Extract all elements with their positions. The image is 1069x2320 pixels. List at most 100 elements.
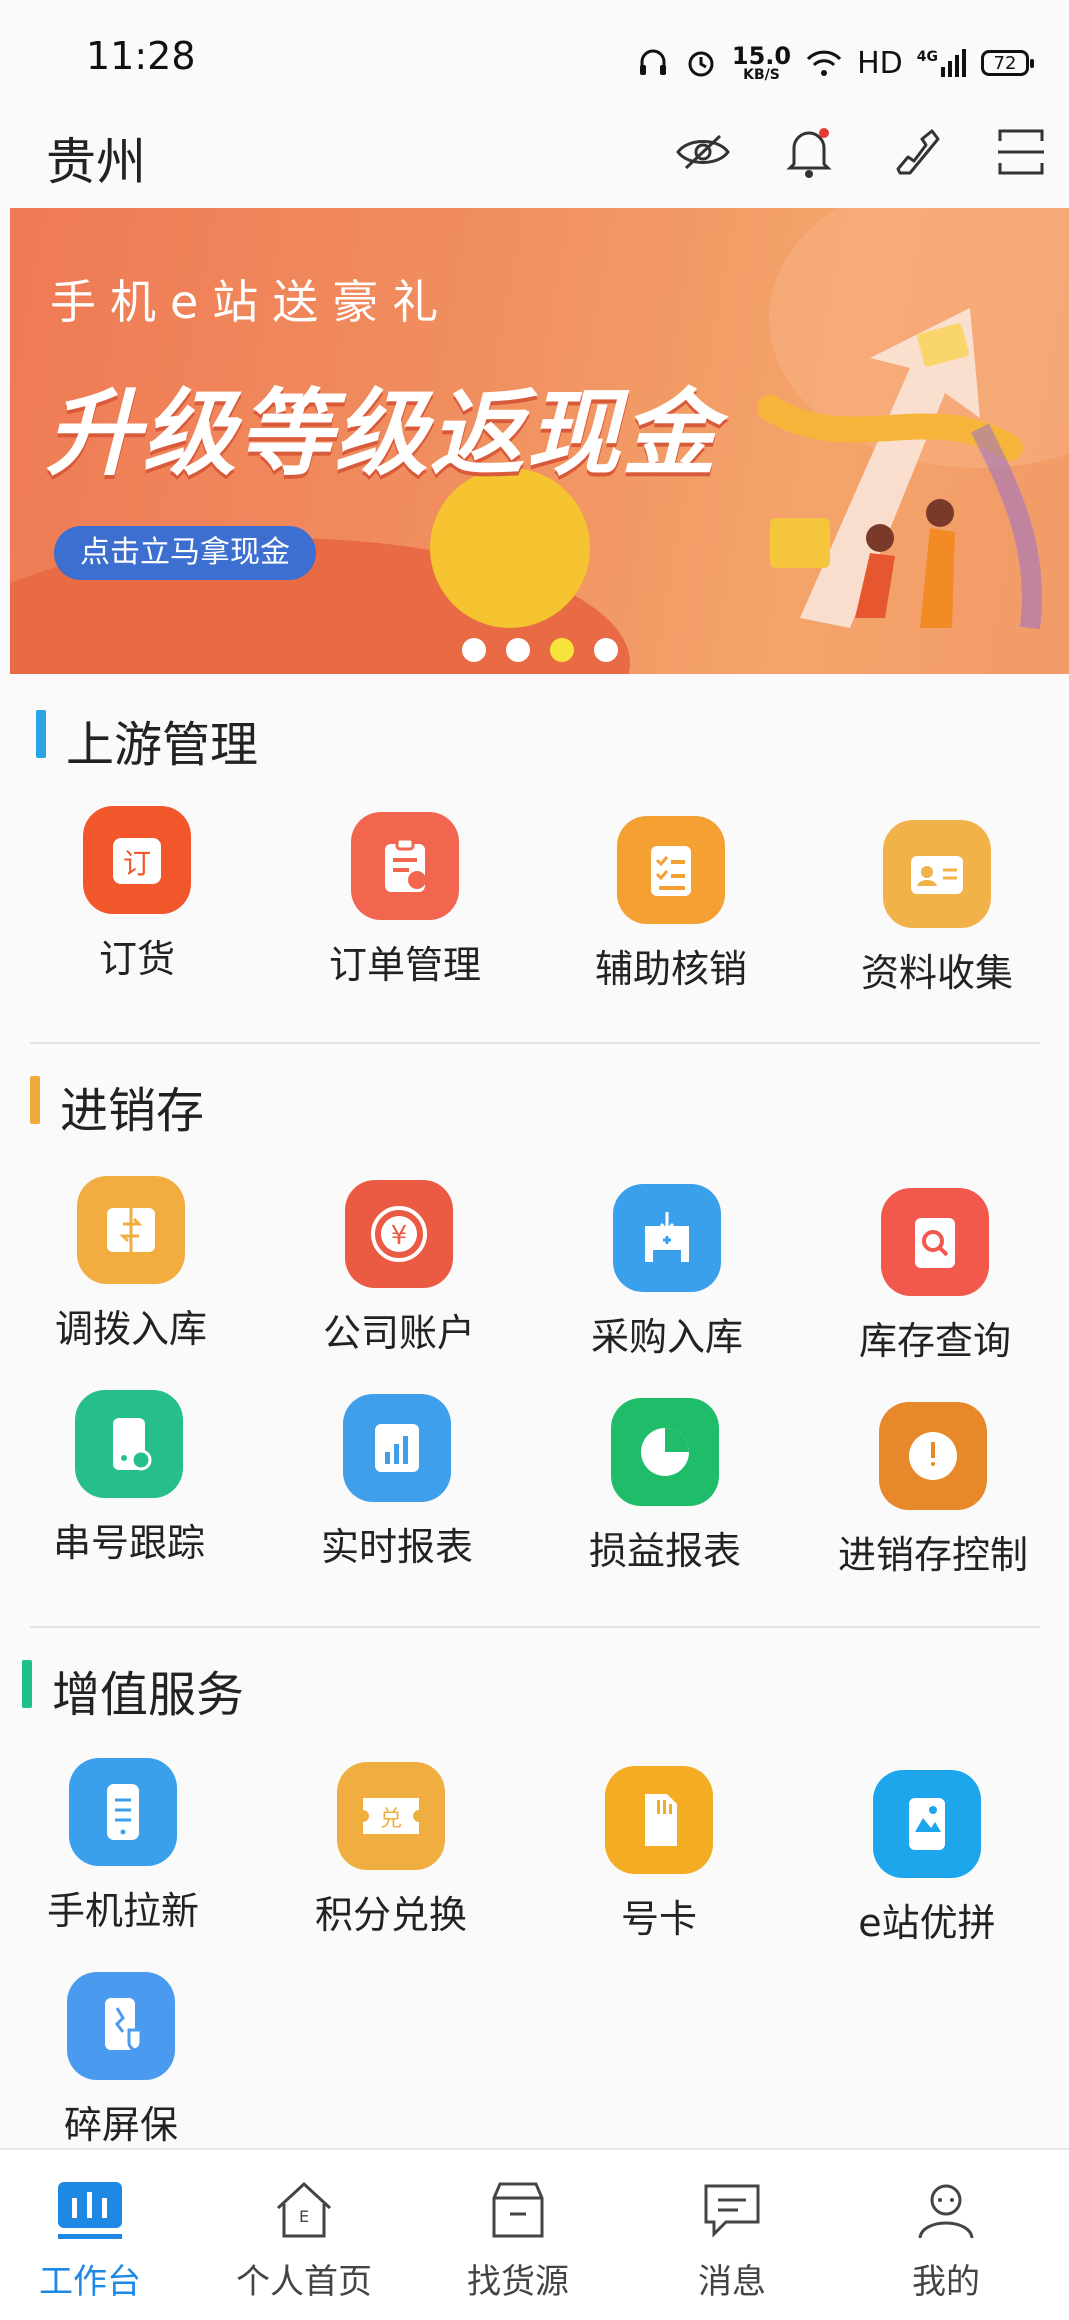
tab-label: 消息 (698, 2262, 766, 2302)
status-time: 11:28 (86, 34, 196, 78)
tile-order[interactable]: 订 订货 (22, 806, 252, 983)
banner-pagination (10, 638, 1069, 662)
banner-dot[interactable] (593, 638, 618, 662)
message-icon (704, 2184, 760, 2238)
banner-dot[interactable] (505, 638, 530, 662)
net-speed: 15.0 KB/S (731, 42, 792, 83)
tile-label: 公司账户 (322, 1311, 475, 1355)
transfer-icon (77, 1176, 185, 1284)
bar-chart-icon (343, 1394, 451, 1502)
tile-serial-tracking[interactable]: 串号跟踪 (14, 1390, 244, 1567)
tile-verification[interactable]: 辅助核销 (556, 816, 786, 993)
tile-transfer-in[interactable]: 调拨入库 (16, 1176, 246, 1353)
section-title-value-added: 增值服务 (52, 1667, 245, 1723)
tile-screen-insurance[interactable]: 碎屏保 (6, 1972, 236, 2149)
section-divider (30, 1042, 1040, 1044)
tile-label: 订货 (98, 937, 175, 981)
screen-guard-icon (67, 1972, 175, 2080)
city-selector[interactable]: 贵州 (46, 122, 146, 194)
section-accent-bar (30, 1076, 40, 1124)
banner-subtitle: 手机e站送豪礼 (50, 275, 453, 329)
svg-text:订: 订 (123, 847, 151, 880)
banner-dot[interactable] (461, 638, 486, 662)
tile-label: 订单管理 (328, 943, 481, 987)
box-icon (492, 2182, 544, 2238)
tile-e-station-group-buy[interactable]: e站优拼 (812, 1770, 1042, 1947)
tab-messages[interactable]: 消息 (632, 2178, 832, 2303)
mobile-icon (69, 1758, 177, 1866)
yuan-icon: ¥ (345, 1180, 453, 1288)
headphone-icon (636, 46, 670, 80)
tab-label: 个人首页 (236, 2262, 372, 2302)
promo-banner[interactable]: 手机e站送豪礼 升级等级返现金 点击立马拿现金 (10, 208, 1069, 674)
tile-label: 积分兑换 (314, 1893, 467, 1937)
tile-points-exchange[interactable]: 兑 积分兑换 (276, 1762, 506, 1939)
banner-dot-active[interactable] (549, 638, 574, 662)
tab-mine[interactable]: 我的 (846, 2178, 1046, 2303)
tile-label: 调拨入库 (54, 1307, 207, 1351)
tile-company-account[interactable]: ¥ 公司账户 (284, 1180, 514, 1357)
tile-label: 资料收集 (860, 951, 1013, 995)
tile-label: 手机拉新 (46, 1889, 199, 1933)
tile-order-management[interactable]: 订单管理 (290, 812, 520, 989)
tab-label: 我的 (912, 2262, 980, 2302)
wifi-icon (805, 48, 843, 78)
phone-icon[interactable] (885, 122, 945, 182)
tile-purchase-in[interactable]: 采购入库 (552, 1184, 782, 1361)
purchase-icon (613, 1184, 721, 1292)
eye-off-icon[interactable] (673, 122, 733, 182)
section-accent-bar (36, 710, 46, 758)
section-divider (30, 1626, 1040, 1628)
tab-workbench[interactable]: 工作台 (0, 2178, 190, 2303)
tile-realtime-report[interactable]: 实时报表 (282, 1394, 512, 1571)
section-title-inventory: 进销存 (60, 1083, 205, 1139)
tile-label: 进销存控制 (837, 1533, 1028, 1577)
battery-indicator: 72 (981, 50, 1034, 76)
bottom-tab-bar: 工作台 E 个人首页 找货源 消息 我的 (0, 2148, 1069, 2320)
status-icons: 15.0 KB/S HD 4G 72 (636, 42, 1034, 83)
tile-data-collection[interactable]: 资料收集 (822, 820, 1052, 997)
tile-new-mobile-user[interactable]: 手机拉新 (8, 1758, 238, 1935)
search-doc-icon (881, 1188, 989, 1296)
tile-pnl-report[interactable]: 损益报表 (550, 1398, 780, 1575)
id-card-icon (883, 820, 991, 928)
tile-label: 损益报表 (588, 1529, 741, 1573)
network-type: HD (857, 45, 903, 81)
power-icon (879, 1402, 987, 1510)
bell-icon[interactable] (779, 122, 839, 182)
sim-card-icon (605, 1766, 713, 1874)
tile-label: 实时报表 (320, 1525, 473, 1569)
pie-chart-icon (611, 1398, 719, 1506)
section-title-upstream: 上游管理 (66, 717, 259, 773)
tile-label: 辅助核销 (594, 947, 747, 991)
ticket-icon: 兑 (337, 1762, 445, 1870)
tile-label: 号卡 (620, 1897, 697, 1941)
banner-illustration (757, 308, 1042, 630)
scan-icon[interactable] (991, 122, 1051, 182)
svg-text:¥: ¥ (391, 1221, 408, 1251)
tile-label: 采购入库 (590, 1315, 743, 1359)
tile-inventory-control[interactable]: 进销存控制 (818, 1402, 1048, 1579)
user-icon (918, 2184, 974, 2239)
banner-cta-button[interactable]: 点击立马拿现金 (54, 526, 316, 580)
tile-label: e站优拼 (858, 1901, 996, 1945)
home-icon: E (276, 2181, 332, 2238)
tab-label: 工作台 (39, 2262, 141, 2302)
tile-sim-card[interactable]: 号卡 (544, 1766, 774, 1943)
tile-label: 串号跟踪 (52, 1521, 205, 1565)
checklist-icon (617, 816, 725, 924)
status-bar: 11:28 15.0 KB/S HD 4G 72 (0, 0, 1069, 110)
photo-icon (873, 1770, 981, 1878)
order-icon: 订 (83, 806, 191, 914)
header-actions (673, 122, 1051, 182)
tab-label: 找货源 (467, 2262, 569, 2302)
svg-text:E: E (299, 2207, 309, 2226)
app-header: 贵州 (0, 110, 1069, 210)
tab-personal-home[interactable]: E 个人首页 (204, 2178, 404, 2303)
clipboard-icon (351, 812, 459, 920)
tab-find-supply[interactable]: 找货源 (418, 2178, 618, 2303)
banner-title: 升级等级返现金 (46, 380, 719, 489)
phone-track-icon (75, 1390, 183, 1498)
svg-text:兑: 兑 (380, 1807, 402, 1832)
tile-stock-query[interactable]: 库存查询 (820, 1188, 1050, 1365)
